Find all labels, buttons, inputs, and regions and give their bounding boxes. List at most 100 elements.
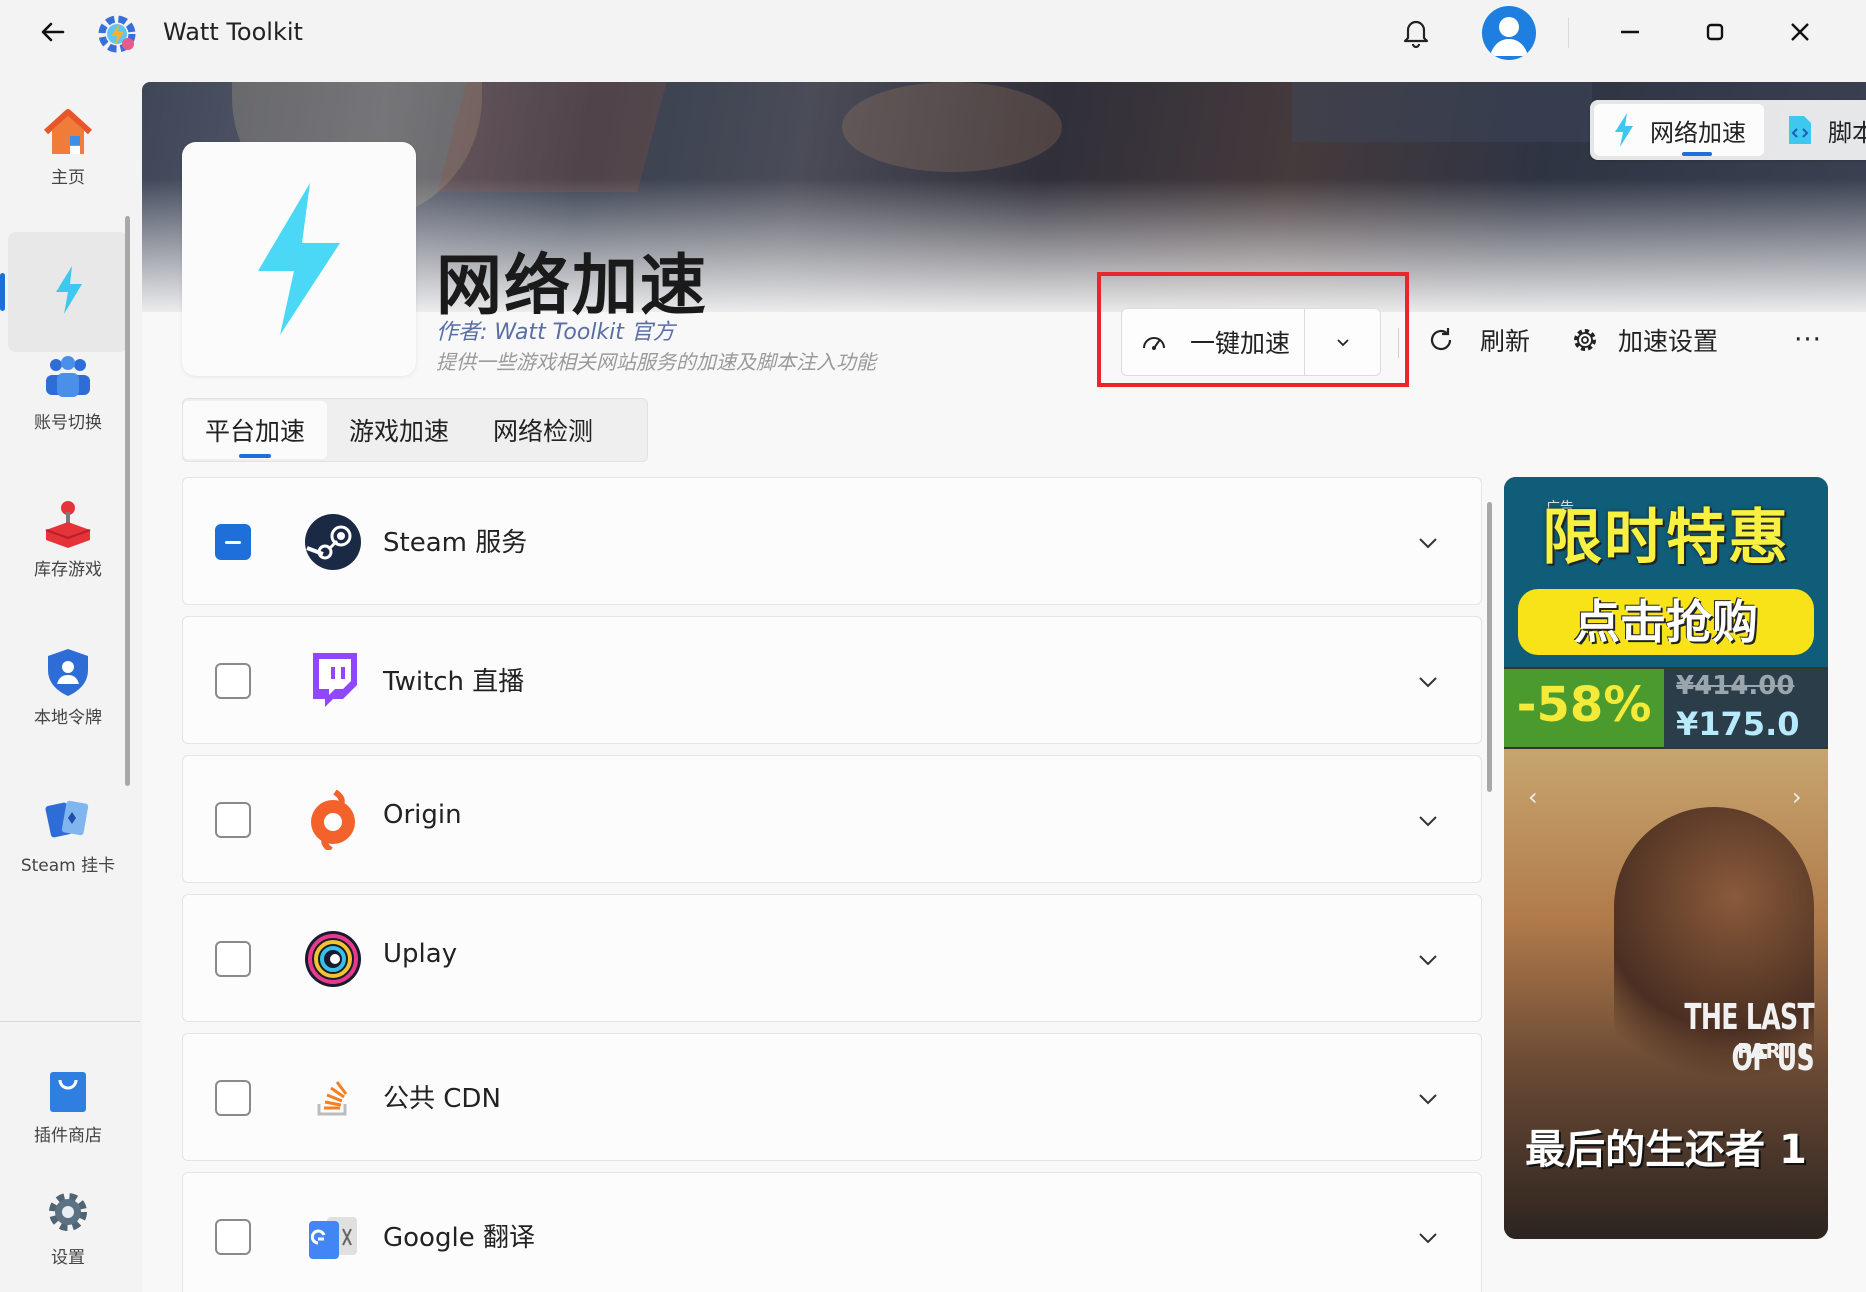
- sidebar-scrollbar[interactable]: [125, 216, 130, 786]
- sidebar-item-settings[interactable]: 设置: [8, 1166, 128, 1286]
- back-button[interactable]: [30, 10, 76, 54]
- chevron-down-icon[interactable]: [1413, 1223, 1443, 1253]
- accelerate-settings-label: 加速设置: [1618, 327, 1719, 356]
- sidebar-active-indicator: [0, 273, 5, 311]
- sidebar-item-game-library[interactable]: 库存游戏: [8, 478, 128, 598]
- list-item-google-translate[interactable]: Google 翻译: [182, 1172, 1482, 1292]
- sidebar-item-local-token[interactable]: 本地令牌: [8, 626, 128, 746]
- tab-game-accelerate[interactable]: 游戏加速: [327, 401, 471, 459]
- sidebar-divider: [0, 1021, 140, 1022]
- bell-icon: [1403, 20, 1429, 49]
- sidebar-item-label: 本地令牌: [34, 707, 102, 728]
- list-item-uplay[interactable]: Uplay: [182, 894, 1482, 1022]
- origin-checkbox[interactable]: [215, 802, 251, 838]
- origin-icon: [303, 790, 363, 850]
- promo-banner[interactable]: 广告 限时特惠 点击抢购 -58% ¥414.00 ¥175.0 ‹ › THE…: [1504, 477, 1828, 1239]
- shopping-bag-icon: [41, 1063, 95, 1117]
- titlebar-separator: [1568, 18, 1569, 48]
- list-item-steam[interactable]: Steam 服务: [182, 477, 1482, 605]
- mode-network-accelerate-button[interactable]: 网络加速: [1594, 104, 1764, 156]
- arrow-left-icon: [41, 22, 65, 42]
- refresh-button[interactable]: 刷新: [1426, 314, 1530, 366]
- tab-platform-accelerate[interactable]: 平台加速: [183, 401, 328, 459]
- refresh-icon: [1430, 328, 1452, 351]
- sidebar-item-label: 设置: [51, 1247, 85, 1268]
- list-item-origin[interactable]: Origin: [182, 755, 1482, 883]
- gear-icon: [1574, 329, 1596, 351]
- category-tabs: 平台加速 游戏加速 网络检测: [182, 398, 648, 462]
- twitch-icon: [303, 651, 363, 711]
- plugin-description: 提供一些游戏相关网站服务的加速及脚本注入功能: [436, 350, 876, 374]
- list-scrollbar[interactable]: [1487, 502, 1492, 792]
- cards-icon: [41, 793, 95, 847]
- promo-game-logo-part: PART I: [1737, 1039, 1808, 1063]
- list-item-label: Twitch 直播: [383, 667, 525, 697]
- promo-next-button[interactable]: ›: [1792, 783, 1802, 811]
- mode-script-config-button[interactable]: 脚本配置: [1768, 104, 1866, 156]
- promo-prev-button[interactable]: ‹: [1528, 783, 1538, 811]
- google-translate-icon: [303, 1207, 363, 1267]
- more-options-button[interactable]: ···: [1782, 314, 1834, 366]
- refresh-label: 刷新: [1480, 327, 1531, 356]
- mode-switch: 网络加速 脚本配置: [1590, 100, 1866, 160]
- promo-cta-button[interactable]: 点击抢购: [1518, 589, 1814, 655]
- one-click-accelerate-split-button: 一键加速: [1121, 308, 1381, 376]
- public-cdn-checkbox[interactable]: [215, 1080, 251, 1116]
- plugin-icon: [182, 142, 416, 376]
- title-bar: Watt Toolkit: [0, 0, 1866, 66]
- tab-network-check[interactable]: 网络检测: [471, 401, 615, 459]
- chevron-down-icon[interactable]: [1413, 1084, 1443, 1114]
- chevron-down-icon[interactable]: [1413, 806, 1443, 836]
- sidebar-item-steam-idle[interactable]: Steam 挂卡: [8, 774, 128, 894]
- minimize-button[interactable]: [1600, 10, 1660, 54]
- mode-script-label: 脚本配置: [1828, 118, 1866, 147]
- promo-headline: 限时特惠: [1542, 503, 1790, 573]
- lightning-icon: [1615, 113, 1633, 147]
- user-avatar[interactable]: [1482, 6, 1536, 60]
- list-item-label: Origin: [383, 800, 462, 830]
- accelerate-dropdown-button[interactable]: [1305, 309, 1380, 375]
- app-title: Watt Toolkit: [163, 18, 303, 46]
- minimize-icon: [1621, 30, 1639, 34]
- sidebar: 主页 账号切换 库存游戏 本地令牌 Steam 挂卡 插件商店 设置: [0, 66, 140, 1292]
- plugin-author: 作者: Watt Toolkit 官方: [436, 320, 675, 345]
- uplay-checkbox[interactable]: [215, 941, 251, 977]
- sidebar-item-label: 主页: [51, 167, 85, 188]
- promo-new-price: ¥175.0: [1676, 705, 1800, 743]
- maximize-icon: [1706, 23, 1724, 41]
- lightning-icon: [41, 263, 95, 317]
- google-translate-checkbox[interactable]: [215, 1219, 251, 1255]
- chevron-down-icon[interactable]: [1413, 528, 1443, 558]
- promo-discount: -58%: [1516, 677, 1652, 733]
- uplay-icon: [303, 929, 363, 989]
- sidebar-item-home[interactable]: 主页: [8, 86, 128, 206]
- promo-caption: 最后的生还者 1: [1525, 1127, 1807, 1173]
- list-item-public-cdn[interactable]: 公共 CDN: [182, 1033, 1482, 1161]
- maximize-button[interactable]: [1685, 10, 1745, 54]
- sidebar-item-label: 账号切换: [34, 412, 102, 433]
- sidebar-item-plugin-store[interactable]: 插件商店: [8, 1044, 128, 1164]
- chevron-down-icon[interactable]: [1413, 667, 1443, 697]
- code-file-icon: [1789, 116, 1811, 144]
- notifications-button[interactable]: [1396, 12, 1436, 52]
- list-item-label: Uplay: [383, 939, 458, 969]
- user-icon: [1490, 17, 1528, 56]
- chevron-down-icon: [1336, 339, 1349, 347]
- close-button[interactable]: [1770, 10, 1830, 54]
- more-options-label: ···: [1794, 325, 1822, 355]
- main-panel: 网络加速 脚本配置 网络加速 作者: Watt Toolkit 官方 提供一些游…: [142, 82, 1866, 1292]
- one-click-accelerate-button[interactable]: 一键加速: [1122, 309, 1306, 375]
- list-item-twitch[interactable]: Twitch 直播: [182, 616, 1482, 744]
- accelerate-settings-button[interactable]: 加速设置: [1570, 314, 1718, 366]
- twitch-checkbox[interactable]: [215, 663, 251, 699]
- mode-network-label: 网络加速: [1650, 118, 1746, 147]
- users-icon: [41, 350, 95, 404]
- sidebar-item-label: Steam 挂卡: [20, 855, 116, 876]
- gear-icon: [41, 1185, 95, 1239]
- chevron-down-icon[interactable]: [1413, 945, 1443, 975]
- home-icon: [41, 105, 95, 159]
- stack-icon: [303, 1068, 363, 1128]
- steam-checkbox[interactable]: [215, 524, 251, 560]
- promo-old-price: ¥414.00: [1676, 671, 1795, 701]
- sidebar-item-account-switch[interactable]: 账号切换: [8, 331, 128, 451]
